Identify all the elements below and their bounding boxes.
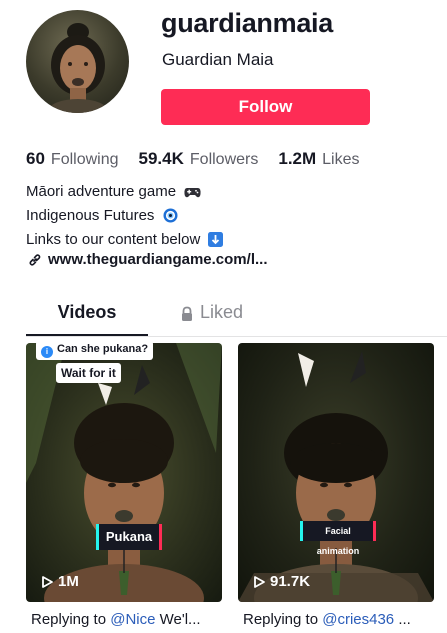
video-view-count: 1M [40, 573, 79, 590]
likes-count: 1.2M [278, 149, 317, 168]
lock-icon [182, 306, 192, 321]
stat-following[interactable]: 60 Following [26, 149, 119, 169]
down-arrow-icon [208, 232, 224, 253]
tab-liked[interactable]: Liked [180, 302, 280, 336]
profile-display-name: Guardian Maia [162, 50, 274, 69]
bio-line-text: Links to our content below [26, 231, 201, 248]
profile-stats: 60 Following 59.4K Followers 1.2M Likes [26, 149, 380, 169]
play-icon [254, 575, 265, 588]
following-count: 60 [26, 149, 45, 168]
tab-videos[interactable]: Videos [26, 302, 148, 336]
video-thumbnail[interactable]: i Can she pukana? Wait for it Pukana 1M [26, 343, 222, 602]
profile-link-text: www.theguardiangame.com/l... [48, 251, 268, 268]
followers-count: 59.4K [138, 149, 184, 168]
profile-username: guardianmaia [161, 8, 333, 38]
video-text-overlay: Wait for it [56, 363, 121, 383]
video-views: 91.7K [270, 573, 311, 590]
reply-comment-text: Can she pukana? [57, 343, 149, 355]
video-view-count: 91.7K [252, 573, 310, 590]
profile-tabs: Videos Liked [26, 296, 447, 337]
caption-text: ... [394, 611, 411, 628]
caption-mention[interactable]: @cries436 [322, 611, 394, 628]
followers-label: Followers [189, 151, 259, 168]
video-views: 1M [58, 573, 79, 590]
bio-line-text: Indigenous Futures [26, 207, 155, 224]
profile-link[interactable]: www.theguardiangame.com/l... [28, 251, 268, 268]
profile-bio: Māori adventure game Indigenous Futures … [26, 181, 224, 253]
video-tag-label: Pukana [96, 524, 162, 550]
play-icon [42, 575, 53, 588]
caption-text: Replying to [31, 611, 111, 628]
link-icon [29, 253, 41, 266]
video-thumbnail-image [26, 343, 222, 602]
caption-text: We'l... [155, 611, 201, 628]
bio-line: Māori adventure game [26, 181, 223, 205]
video-thumbnail[interactable]: Facial animation 91.7K [238, 343, 434, 602]
stat-likes: 1.2M Likes [278, 149, 359, 169]
stat-followers[interactable]: 59.4K Followers [139, 149, 259, 169]
video-caption[interactable]: Replying to @cries436 ... [243, 611, 439, 628]
bio-line: Links to our content below [26, 229, 224, 253]
profile-avatar[interactable] [26, 10, 129, 113]
reply-comment-bubble: i Can she pukana? [36, 343, 154, 360]
caption-text: Replying to [243, 611, 323, 628]
bio-line: Indigenous Futures [26, 205, 223, 229]
follow-button[interactable]: Follow [161, 89, 370, 125]
video-caption[interactable]: Replying to @Nice We'l... [31, 611, 227, 628]
following-label: Following [50, 151, 119, 168]
likes-label: Likes [322, 151, 360, 168]
video-tag-label: Facial animation [300, 521, 376, 556]
game-controller-icon [184, 184, 201, 205]
reply-badge-icon: i [41, 346, 53, 358]
video-thumbnail-image [238, 351, 434, 602]
bio-line-text: Māori adventure game [26, 183, 177, 200]
caption-mention[interactable]: @Nice [110, 611, 155, 628]
tab-liked-label: Liked [200, 302, 244, 322]
nazar-amulet-icon [163, 208, 178, 229]
